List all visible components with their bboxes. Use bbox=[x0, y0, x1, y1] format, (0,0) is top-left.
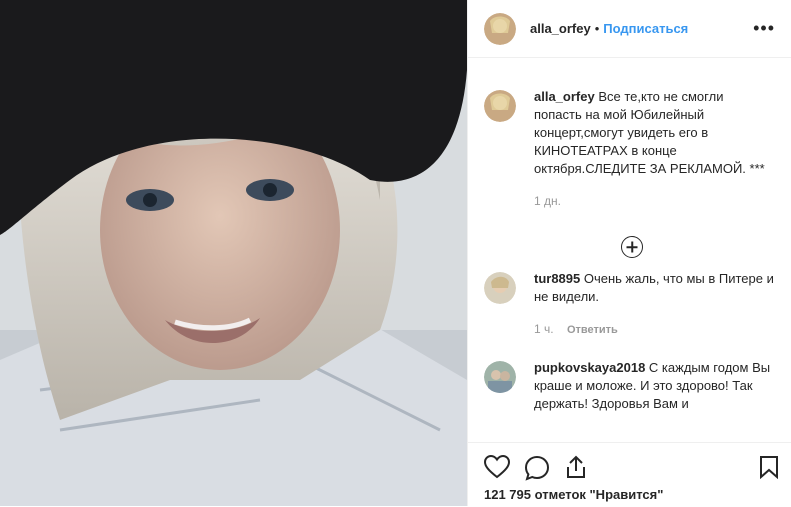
comment-icon[interactable] bbox=[524, 455, 550, 481]
share-icon[interactable] bbox=[564, 455, 588, 479]
follow-button[interactable]: Подписаться bbox=[603, 21, 688, 36]
author-avatar[interactable] bbox=[484, 12, 516, 45]
comments-list[interactable]: alla_orfey Все те,кто не смогли попасть … bbox=[468, 58, 791, 442]
comment-item: tur8895 Очень жаль, что мы в Питере и не… bbox=[468, 270, 791, 339]
comment-avatar[interactable] bbox=[484, 361, 516, 393]
load-more-icon[interactable] bbox=[621, 236, 643, 258]
caption: alla_orfey Все те,кто не смогли попасть … bbox=[468, 88, 791, 210]
comment-avatar[interactable] bbox=[484, 272, 516, 304]
caption-avatar[interactable] bbox=[484, 90, 516, 122]
photo-illustration bbox=[0, 0, 467, 506]
comment-time: 1 ч. bbox=[534, 322, 554, 336]
author-username[interactable]: alla_orfey bbox=[530, 21, 591, 36]
heart-icon[interactable] bbox=[484, 455, 510, 479]
comment-item: pupkovskaya2018 С каждым годом Вы краше … bbox=[468, 359, 791, 413]
comment-body: pupkovskaya2018 С каждым годом Вы краше … bbox=[534, 359, 774, 413]
header-separator: • bbox=[594, 21, 600, 36]
post-header: alla_orfey • Подписаться ••• bbox=[468, 0, 791, 58]
comment-username[interactable]: pupkovskaya2018 bbox=[534, 360, 645, 375]
instagram-post: alla_orfey • Подписаться ••• alla_orfey … bbox=[0, 0, 791, 506]
comment-body: tur8895 Очень жаль, что мы в Питере и не… bbox=[534, 270, 774, 339]
caption-time: 1 дн. bbox=[534, 194, 561, 208]
action-icons bbox=[484, 455, 779, 481]
comment-meta: 1 ч. Ответить bbox=[534, 320, 774, 339]
likes-count[interactable]: 121 795 отметок "Нравится" bbox=[484, 487, 663, 502]
comment-username[interactable]: tur8895 bbox=[534, 271, 580, 286]
action-bar: 121 795 отметок "Нравится" bbox=[468, 442, 791, 507]
reply-button[interactable]: Ответить bbox=[567, 324, 618, 336]
post-photo[interactable] bbox=[0, 0, 467, 506]
bookmark-icon[interactable] bbox=[759, 455, 779, 479]
caption-body: alla_orfey Все те,кто не смогли попасть … bbox=[534, 88, 774, 210]
post-sidebar: alla_orfey • Подписаться ••• alla_orfey … bbox=[467, 0, 791, 506]
caption-username[interactable]: alla_orfey bbox=[534, 89, 595, 104]
more-icon[interactable]: ••• bbox=[753, 18, 775, 39]
